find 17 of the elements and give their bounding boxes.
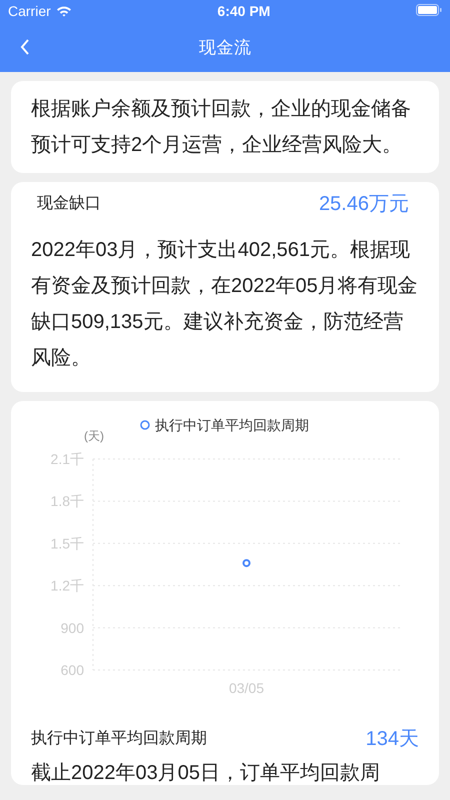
battery-icon <box>416 4 442 16</box>
payback-period-value: 134天 <box>366 726 419 752</box>
payback-period-text: 截止2022年03月05日，订单平均回款周 <box>30 761 381 785</box>
legend-label: 执行中订单平均回款周期 <box>155 417 309 433</box>
y-axis-unit: (天) <box>84 429 104 443</box>
data-point <box>242 559 250 568</box>
back-icon[interactable] <box>20 39 30 55</box>
summary-text: 根据账户余额及预计回款，企业的现金储备预计可支持2个月运营，企业经营风险大。 <box>31 97 412 158</box>
wifi-icon <box>56 5 72 17</box>
cash-gap-label: 现金缺口 <box>36 194 101 214</box>
payback-period-label: 执行中订单平均回款周期 <box>31 728 207 748</box>
cash-gap-text: 2022年03月，预计支出402,561元。根据现有资金及预计回款，在2022年05月将有现金缺口509,135元。建议补充资金，防范经营风险。 <box>31 238 419 371</box>
nav-title: 现金流 <box>198 36 252 58</box>
legend-marker-icon <box>140 420 150 430</box>
status-time: 6:40 PM <box>217 3 270 19</box>
carrier-label: Carrier <box>8 3 51 19</box>
cash-gap-value: 25.46万元 <box>318 192 410 216</box>
